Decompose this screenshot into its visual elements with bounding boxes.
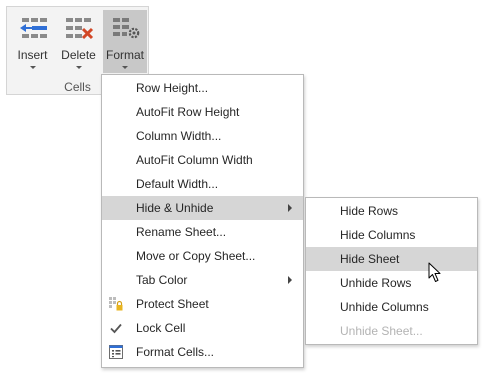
menu-item-default-width[interactable]: Default Width... (102, 172, 303, 196)
menu-item-hide-sheet[interactable]: Hide Sheet (306, 247, 477, 271)
menu-item-autofit-column-width[interactable]: AutoFit Column Width (102, 148, 303, 172)
format-button[interactable]: Format (103, 10, 147, 73)
menu-item-column-width[interactable]: Column Width... (102, 124, 303, 148)
menu-item-label: Tab Color (136, 273, 188, 287)
chevron-down-icon (122, 66, 128, 69)
submenu-arrow-icon (288, 276, 292, 284)
menu-item-hide-columns[interactable]: Hide Columns (306, 223, 477, 247)
menu-item-protect-sheet[interactable]: Protect Sheet (102, 292, 303, 316)
menu-item-unhide-columns[interactable]: Unhide Columns (306, 295, 477, 319)
menu-item-label: Hide Sheet (340, 252, 400, 266)
delete-button[interactable]: Delete (57, 10, 100, 73)
menu-item-label: Hide Columns (340, 228, 416, 242)
menu-item-label: AutoFit Row Height (136, 105, 240, 119)
insert-button-label: Insert (17, 48, 48, 62)
format-cells-gear-icon (113, 18, 140, 39)
menu-item-label: Unhide Rows (340, 276, 412, 290)
menu-item-hide-rows[interactable]: Hide Rows (306, 199, 477, 223)
chevron-down-icon (29, 66, 36, 69)
menu-item-move-copy-sheet[interactable]: Move or Copy Sheet... (102, 244, 303, 268)
chevron-down-icon (75, 66, 82, 69)
menu-item-unhide-rows[interactable]: Unhide Rows (306, 271, 477, 295)
checkmark-icon (110, 323, 122, 334)
menu-item-label: Hide Rows (340, 204, 399, 218)
format-button-label: Format (105, 48, 144, 62)
hide-unhide-submenu: Hide Rows Hide Columns Hide Sheet Unhide… (305, 197, 478, 345)
submenu-arrow-icon (288, 204, 292, 212)
menu-item-label: Lock Cell (136, 321, 186, 335)
menu-item-label: Hide & Unhide (136, 201, 214, 215)
menu-item-label: Row Height... (136, 81, 209, 95)
menu-item-label: Rename Sheet... (136, 225, 227, 239)
menu-item-row-height[interactable]: Row Height... (102, 76, 303, 100)
menu-item-unhide-sheet: Unhide Sheet... (306, 319, 477, 343)
insert-cells-icon (19, 18, 47, 38)
menu-item-rename-sheet[interactable]: Rename Sheet... (102, 220, 303, 244)
menu-item-lock-cell[interactable]: Lock Cell (102, 316, 303, 340)
menu-item-autofit-row-height[interactable]: AutoFit Row Height (102, 100, 303, 124)
menu-item-label: AutoFit Column Width (136, 153, 253, 167)
delete-button-label: Delete (61, 48, 96, 62)
protect-sheet-lock-icon (109, 297, 123, 311)
menu-item-label: Unhide Columns (340, 300, 429, 314)
menu-item-label: Column Width... (136, 129, 222, 143)
menu-item-tab-color[interactable]: Tab Color (102, 268, 303, 292)
menu-item-label: Move or Copy Sheet... (136, 249, 256, 263)
mouse-pointer-icon (428, 262, 441, 282)
delete-cells-icon (65, 18, 93, 40)
format-cells-dialog-icon (109, 345, 123, 359)
menu-item-label: Unhide Sheet... (340, 324, 423, 338)
menu-item-format-cells[interactable]: Format Cells... (102, 340, 303, 364)
menu-item-label: Format Cells... (136, 345, 215, 359)
format-menu: Row Height... AutoFit Row Height Column … (101, 74, 304, 368)
menu-item-label: Default Width... (136, 177, 219, 191)
insert-button[interactable]: Insert (11, 10, 54, 73)
menu-item-hide-unhide[interactable]: Hide & Unhide (102, 196, 303, 220)
menu-item-label: Protect Sheet (136, 297, 209, 311)
